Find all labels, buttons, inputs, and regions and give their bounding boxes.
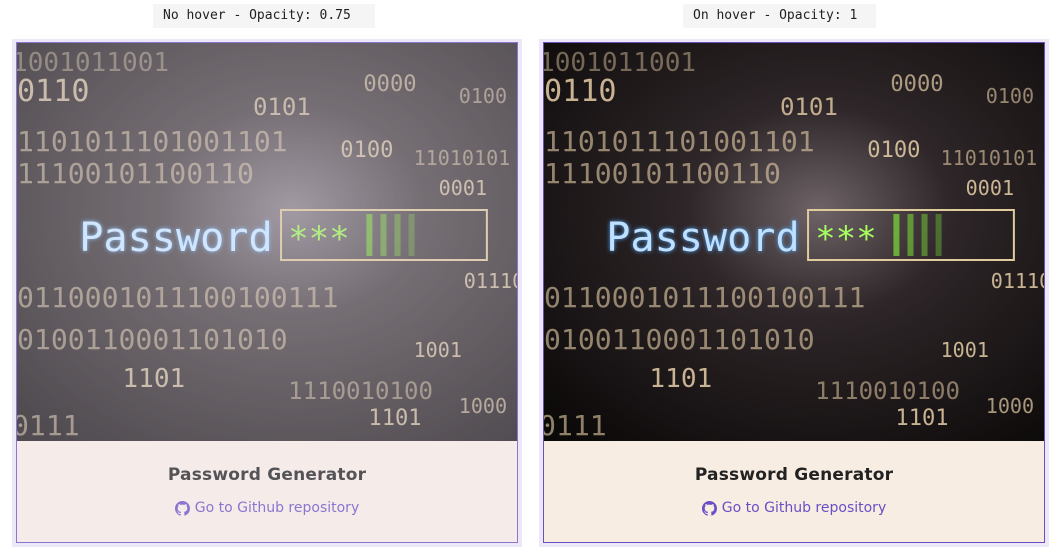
github-repo-link[interactable]: Go to Github repository xyxy=(17,500,517,516)
password-image: 1001011001 0000 0100 0110 0101 110101110… xyxy=(544,43,1044,441)
project-card-wrapper-on-hover: 1001011001 0000 0100 0110 0101 110101110… xyxy=(539,39,1049,547)
project-card[interactable]: 1001011001 0000 0100 0110 0101 110101110… xyxy=(543,42,1045,543)
svg-text:1000: 1000 xyxy=(986,394,1034,418)
caption-no-hover: No hover - Opacity: 0.75 xyxy=(153,4,375,28)
project-thumbnail: 1001011001 0000 0100 0110 0101 110101110… xyxy=(17,43,517,441)
svg-text:0100: 0100 xyxy=(340,138,393,163)
svg-text:Password: Password xyxy=(79,215,272,261)
svg-text:Password: Password xyxy=(606,215,799,261)
svg-text:0100110001101010: 0100110001101010 xyxy=(544,323,815,356)
svg-text:0110: 0110 xyxy=(544,74,617,109)
card-body: Password Generator Go to Github reposito… xyxy=(544,441,1044,542)
svg-text:0110: 0110 xyxy=(17,74,90,109)
svg-text:1101: 1101 xyxy=(649,364,712,394)
github-icon xyxy=(701,500,717,516)
svg-text:0111: 0111 xyxy=(544,409,607,441)
svg-text:0000: 0000 xyxy=(890,72,943,97)
github-icon xyxy=(174,500,190,516)
svg-text:0111: 0111 xyxy=(17,409,80,441)
svg-text:011100: 011100 xyxy=(991,269,1044,293)
svg-text:0100: 0100 xyxy=(867,138,920,163)
project-title: Password Generator xyxy=(694,465,894,485)
caption-on-hover: On hover - Opacity: 1 xyxy=(683,4,876,28)
svg-text:0001: 0001 xyxy=(966,176,1014,200)
svg-text:1101: 1101 xyxy=(895,406,948,431)
svg-text:1001: 1001 xyxy=(941,338,989,362)
svg-text:0000: 0000 xyxy=(363,72,416,97)
svg-text:11010101: 11010101 xyxy=(414,146,511,170)
svg-text:1101: 1101 xyxy=(122,364,185,394)
svg-text:11100101100110: 11100101100110 xyxy=(17,157,254,190)
svg-text:0001: 0001 xyxy=(439,176,487,200)
svg-text:1101: 1101 xyxy=(368,406,421,431)
svg-text:11010101: 11010101 xyxy=(941,146,1038,170)
svg-text:1110010100: 1110010100 xyxy=(288,377,433,405)
project-title: Password Generator xyxy=(167,465,367,485)
svg-text:1000: 1000 xyxy=(459,394,507,418)
svg-text:1101011101001101: 1101011101001101 xyxy=(544,125,815,158)
svg-text:1001: 1001 xyxy=(414,338,462,362)
svg-text:***: *** xyxy=(815,219,877,259)
svg-text:011100: 011100 xyxy=(464,269,517,293)
card-body: Password Generator Go to Github reposito… xyxy=(17,441,517,542)
svg-text:0100110001101010: 0100110001101010 xyxy=(17,323,288,356)
svg-text:0101: 0101 xyxy=(780,93,838,121)
svg-text:0100: 0100 xyxy=(459,84,507,108)
svg-text:0101: 0101 xyxy=(253,93,311,121)
project-card-wrapper-no-hover: 1001011001 0000 0100 0110 0101 110101110… xyxy=(12,39,522,547)
svg-text:0110001011100100111: 0110001011100100111 xyxy=(544,281,865,314)
svg-text:1110010100: 1110010100 xyxy=(815,377,960,405)
project-thumbnail: 1001011001 0000 0100 0110 0101 110101110… xyxy=(544,43,1044,441)
github-link-label: Go to Github repository xyxy=(194,500,360,516)
svg-text:11100101100110: 11100101100110 xyxy=(544,157,781,190)
svg-text:***: *** xyxy=(288,219,350,259)
github-link-label: Go to Github repository xyxy=(721,500,887,516)
svg-text:1101011101001101: 1101011101001101 xyxy=(17,125,288,158)
github-repo-link[interactable]: Go to Github repository xyxy=(544,500,1044,516)
project-card[interactable]: 1001011001 0000 0100 0110 0101 110101110… xyxy=(16,42,518,543)
svg-text:0110001011100100111: 0110001011100100111 xyxy=(17,281,338,314)
password-image: 1001011001 0000 0100 0110 0101 110101110… xyxy=(17,43,517,441)
svg-text:0100: 0100 xyxy=(986,84,1034,108)
